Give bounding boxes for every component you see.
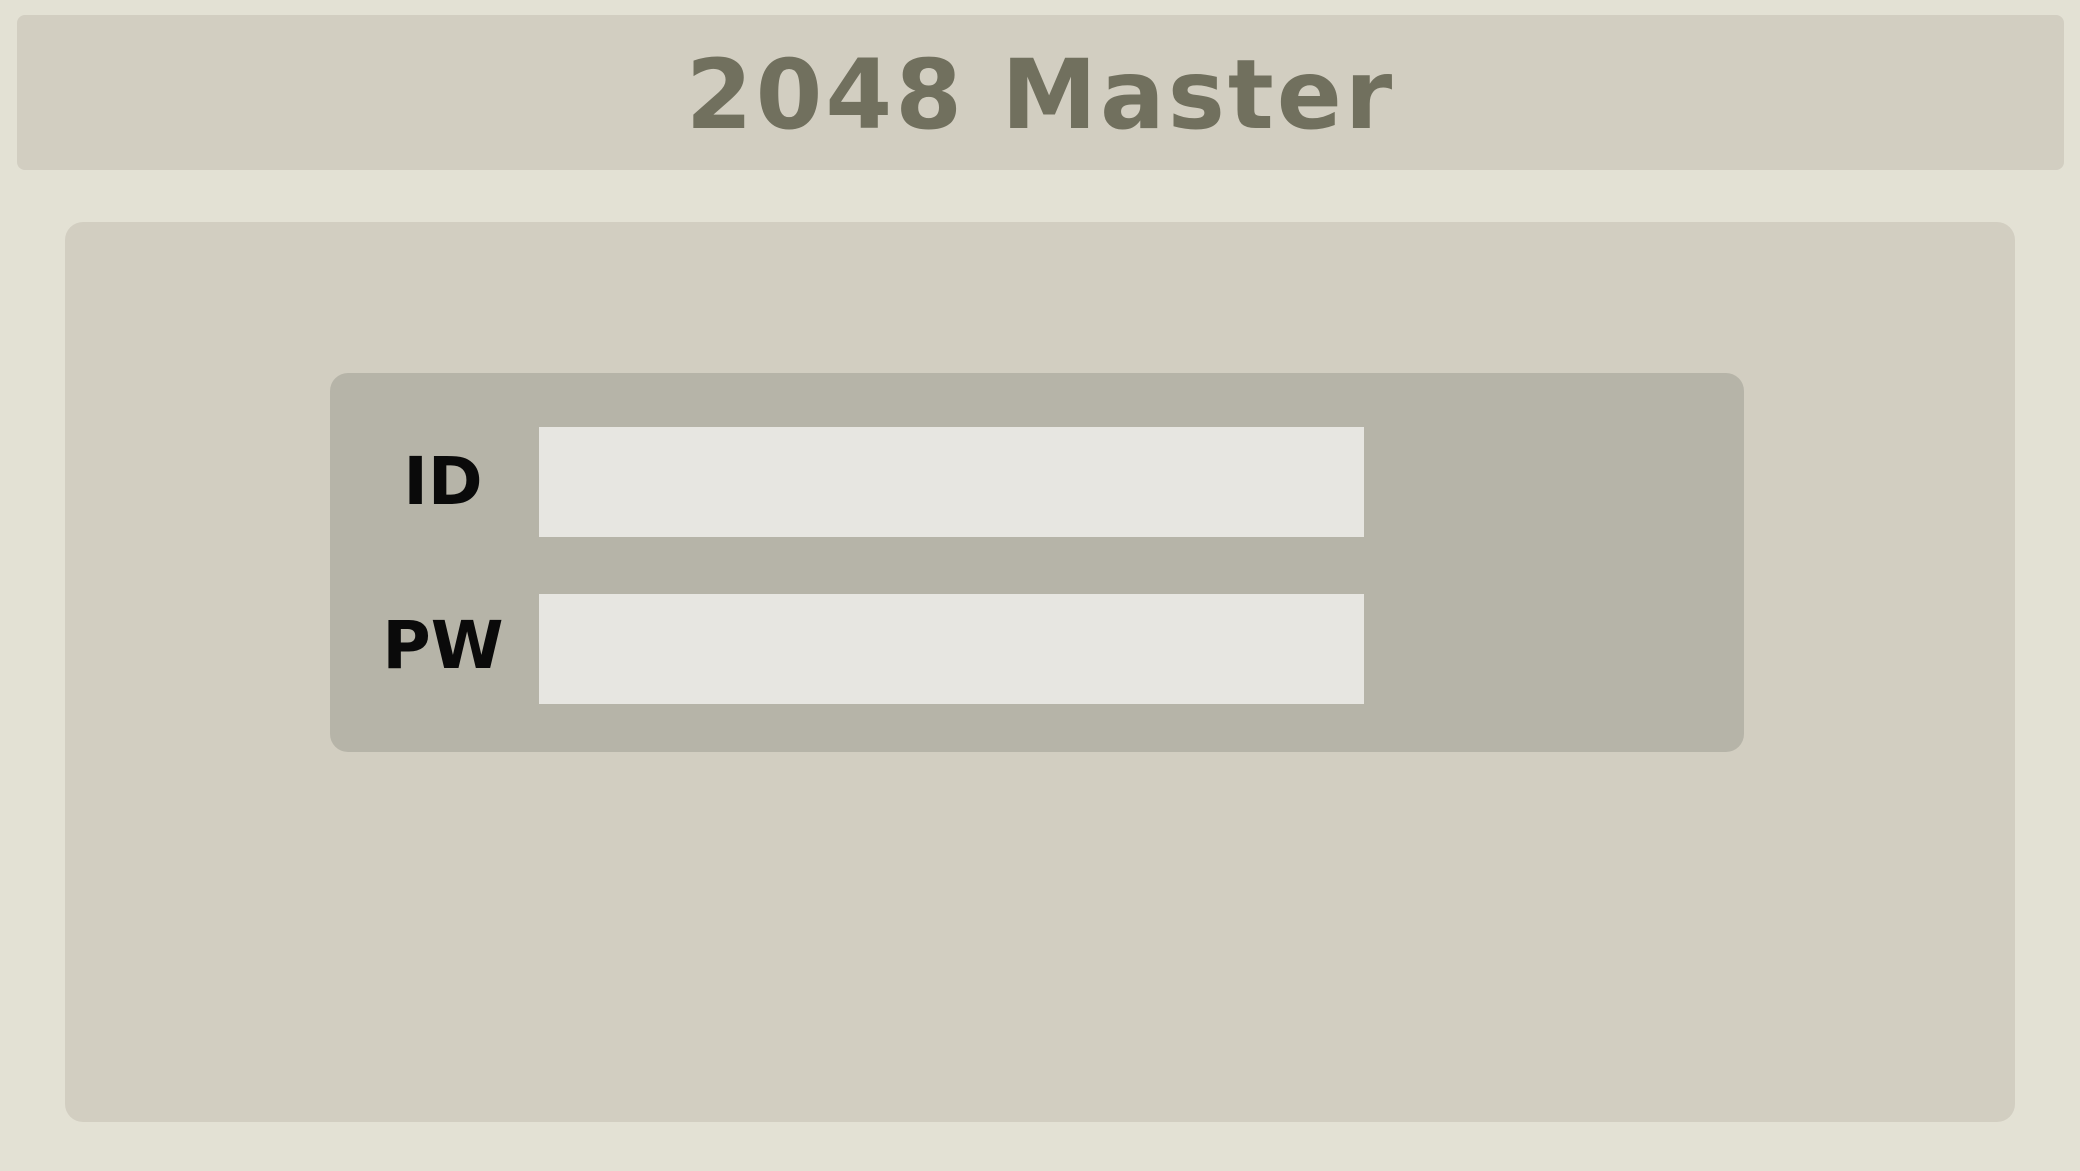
id-input[interactable] [539, 427, 1364, 537]
pw-label: PW [382, 607, 504, 684]
id-label: ID [403, 443, 483, 520]
app-header: 2048 Master [17, 15, 2064, 170]
login-form: ID PW [330, 373, 1744, 752]
app-title: 2048 Master [685, 38, 1396, 151]
pw-input[interactable] [539, 594, 1364, 704]
main-panel: ID PW [65, 222, 2015, 1122]
